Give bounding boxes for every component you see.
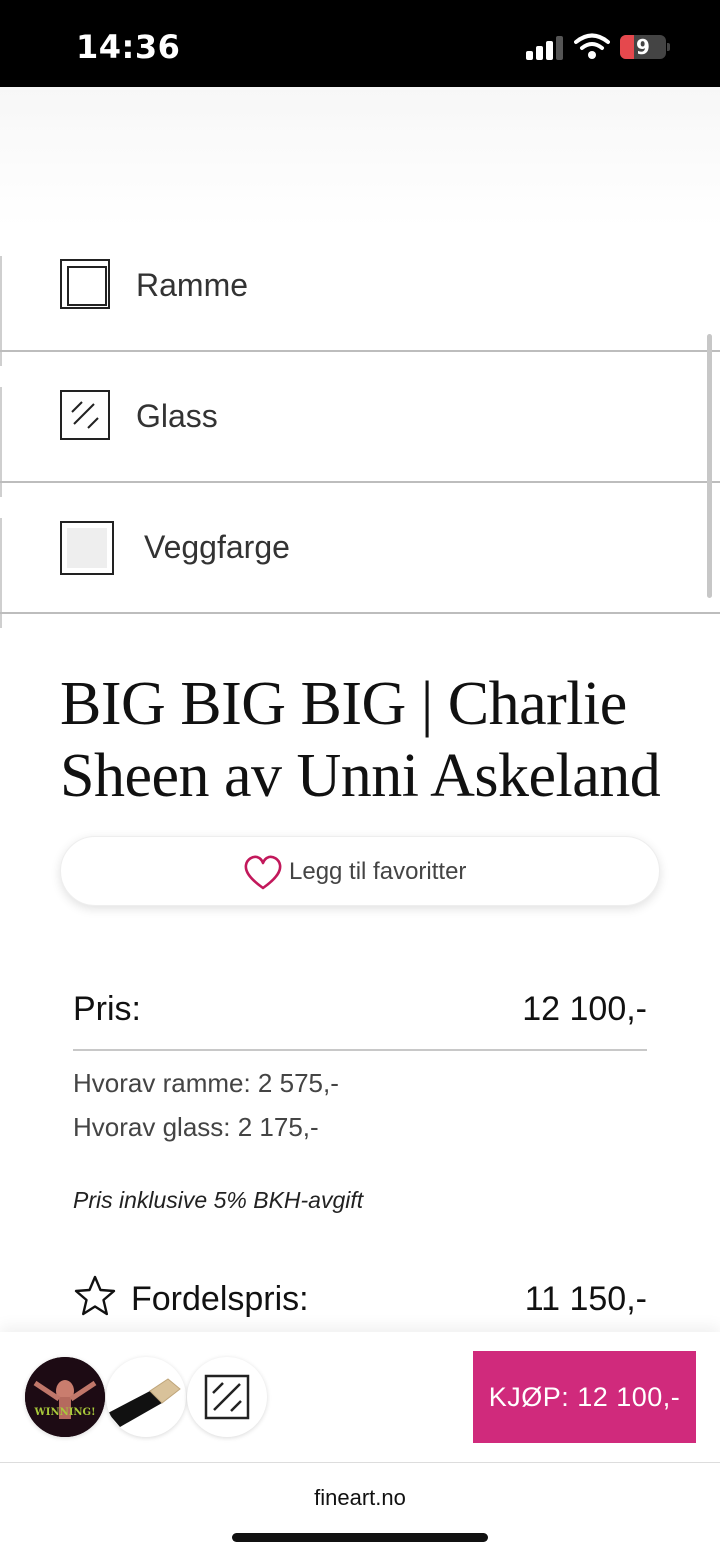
wifi-icon — [574, 33, 610, 59]
option-glass[interactable]: Glass — [0, 387, 720, 517]
member-price-row: Fordelspris: 11 150,- — [73, 1275, 647, 1322]
option-wall-color[interactable]: Veggfarge — [0, 518, 720, 648]
price-label: Pris: — [73, 990, 141, 1028]
add-to-favorites-button[interactable]: Legg til favoritter — [60, 836, 660, 906]
buy-button[interactable]: KJØP: 12 100,- — [473, 1351, 696, 1443]
address-url[interactable]: fineart.no — [0, 1485, 720, 1511]
option-glass-label: Glass — [136, 398, 218, 434]
add-to-favorites-label: Legg til favoritter — [289, 858, 467, 885]
frame-icon — [60, 259, 110, 309]
frame-price-detail: Hvorav ramme: 2 575,- — [73, 1068, 339, 1098]
glass-thumbnail[interactable] — [187, 1357, 267, 1437]
price-divider — [73, 1049, 647, 1051]
glass-icon — [60, 390, 110, 440]
member-price-value: 11 150,- — [524, 1280, 647, 1318]
tax-note: Pris inklusive 5% BKH-avgift — [73, 1187, 364, 1213]
heart-icon — [244, 855, 282, 890]
battery-icon: 9 — [620, 35, 670, 59]
artwork-thumbnail[interactable]: WINNING! — [25, 1357, 105, 1437]
price-row: Pris: 12 100,- — [73, 990, 647, 1030]
status-bar: 14:36 9 — [0, 0, 720, 87]
price-value: 12 100,- — [522, 990, 647, 1028]
frame-thumbnail[interactable] — [106, 1357, 186, 1437]
bottom-purchase-bar: WINNING! KJØP: 12 100,- — [0, 1332, 720, 1463]
thumbnail-caption: WINNING! — [34, 1407, 96, 1418]
header-area — [0, 87, 720, 227]
option-frame[interactable]: Ramme — [0, 256, 720, 386]
glass-price-detail: Hvorav glass: 2 175,- — [73, 1112, 319, 1142]
product-title: BIG BIG BIG | Charlie Sheen av Unni Aske… — [60, 670, 661, 810]
star-icon — [74, 1275, 116, 1316]
battery-level: 9 — [636, 35, 650, 59]
option-frame-label: Ramme — [136, 267, 249, 303]
home-indicator[interactable] — [232, 1533, 488, 1542]
options-scrollbar[interactable] — [707, 334, 712, 598]
browser-address-bar[interactable]: fineart.no — [0, 1463, 720, 1558]
status-time: 14:36 — [76, 28, 181, 66]
wall-color-swatch-icon — [60, 521, 114, 575]
option-wall-color-label: Veggfarge — [144, 529, 290, 565]
cellular-signal-icon — [526, 36, 564, 60]
member-price-label: Fordelspris: — [131, 1280, 309, 1318]
